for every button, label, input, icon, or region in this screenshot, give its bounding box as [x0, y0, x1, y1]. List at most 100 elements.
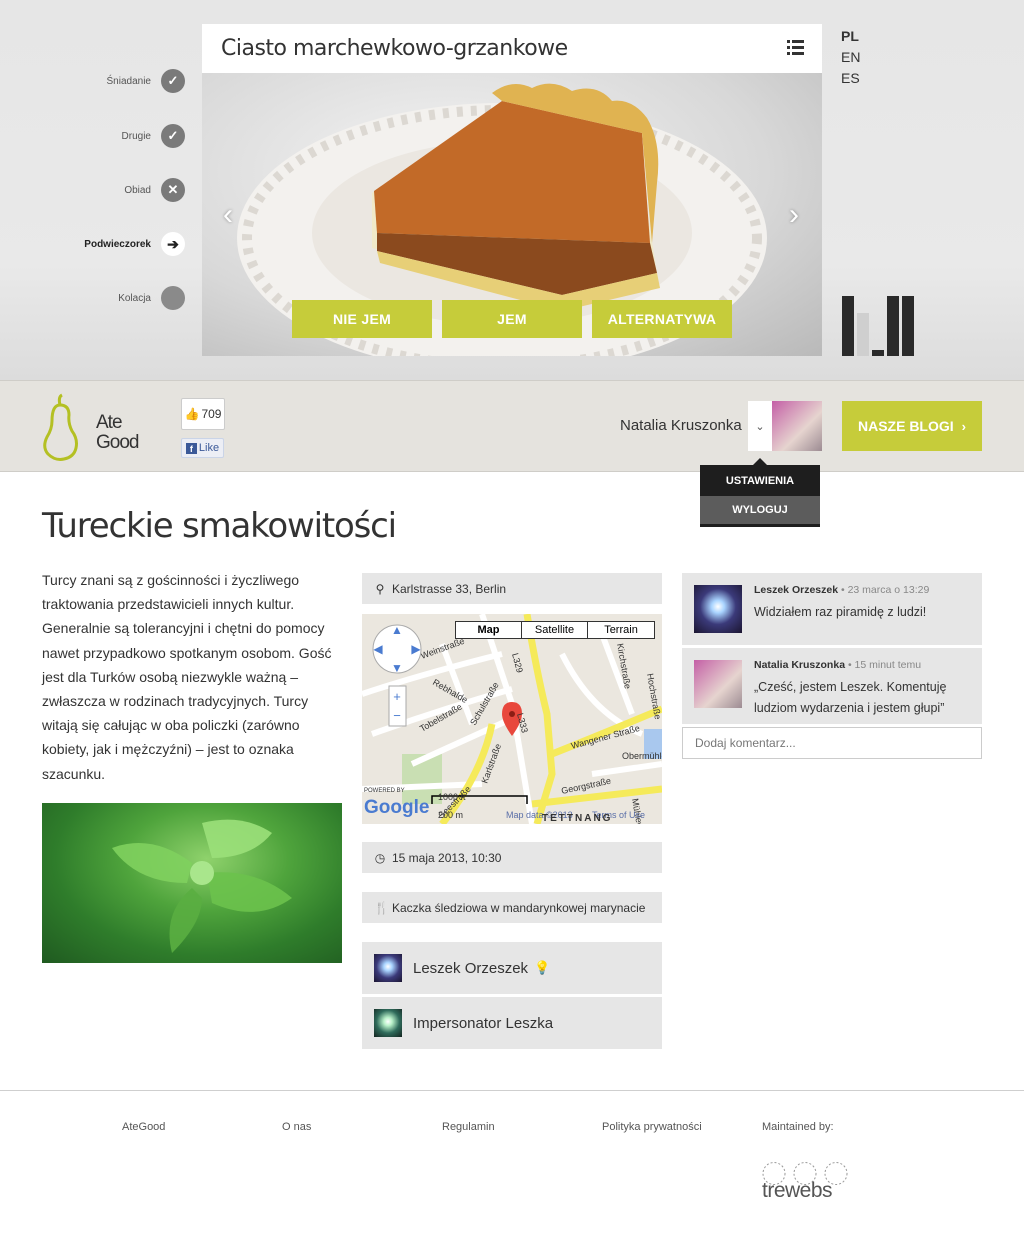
- participant-row[interactable]: Leszek Orzeszek 💡: [362, 942, 662, 994]
- svg-text:▲: ▲: [391, 623, 403, 637]
- mint-leaves-photo: [42, 803, 342, 963]
- logout-menu-item[interactable]: WYLOGUJ: [700, 496, 820, 527]
- meal-item-second-breakfast[interactable]: Drugie ✓: [122, 123, 185, 149]
- daily-progress-bars: [842, 296, 916, 356]
- slider-next-arrow[interactable]: ›: [782, 200, 806, 230]
- powered-by-text: POWERED BY: [364, 788, 405, 794]
- dish-box: 🍴 Kaczka śledziowa w mandarynkowej maryn…: [362, 892, 662, 923]
- meal-label: Drugie: [121, 130, 151, 142]
- comment-author[interactable]: Leszek Orzeszek: [754, 584, 838, 596]
- lightbulb-icon: 💡: [534, 960, 551, 975]
- not-eating-button[interactable]: NIE JEM: [292, 300, 432, 338]
- location-pin-icon: ⚲: [375, 581, 385, 596]
- participant-name: Leszek Orzeszek: [413, 959, 529, 977]
- svg-text:+: +: [393, 689, 401, 704]
- pear-logo-icon: [43, 393, 78, 461]
- footer-link-privacy[interactable]: Polityka prywatności: [602, 1121, 702, 1133]
- event-map[interactable]: Weinstraße Rebhalde Tobelstraße Schulstr…: [362, 614, 662, 824]
- map-type-terrain[interactable]: Terrain: [587, 621, 655, 639]
- participant-avatar: [374, 954, 402, 982]
- comment-author[interactable]: Natalia Kruszonka: [754, 659, 845, 671]
- maintained-by-label: Maintained by:: [762, 1121, 834, 1133]
- date-text: 15 maja 2013, 10:30: [392, 850, 502, 865]
- map-streets: Weinstraße Rebhalde Tobelstraße Schulstr…: [362, 614, 662, 824]
- map-zoom-control[interactable]: + −: [388, 685, 407, 727]
- progress-bar: [902, 296, 914, 356]
- map-type-map[interactable]: Map: [455, 621, 522, 639]
- comment-time: • 15 minut temu: [847, 659, 922, 671]
- participant-avatar: [374, 1009, 402, 1037]
- meal-item-dinner[interactable]: Kolacja: [118, 285, 185, 311]
- user-menu-toggle[interactable]: ⌄: [748, 401, 772, 451]
- footer-link-about[interactable]: O nas: [282, 1121, 311, 1133]
- svg-text:▼: ▼: [391, 661, 403, 675]
- add-comment-input[interactable]: [682, 727, 982, 759]
- meal-item-lunch[interactable]: Obiad ✕: [124, 177, 185, 203]
- eating-button[interactable]: JEM: [442, 300, 582, 338]
- address-text: Karlstrasse 33, Berlin: [392, 581, 507, 596]
- alternative-button[interactable]: ALTERNATYWA: [592, 300, 732, 338]
- svg-text:−: −: [393, 708, 401, 723]
- comment-item: Leszek Orzeszek • 23 marca o 13:29 Widzi…: [682, 573, 982, 645]
- comment-time: • 23 marca o 13:29: [840, 584, 930, 596]
- clock-icon: ◷: [374, 850, 386, 865]
- arrow-right-icon: ➔: [161, 232, 185, 256]
- recipe-top-section: Śniadanie ✓ Drugie ✓ Obiad ✕ Podwieczore…: [0, 0, 1024, 380]
- meal-label: Obiad: [124, 184, 151, 196]
- meal-item-breakfast[interactable]: Śniadanie ✓: [107, 68, 185, 94]
- address-box: ⚲ Karlstrasse 33, Berlin: [362, 573, 662, 604]
- comment-meta: Leszek Orzeszek • 23 marca o 13:29: [754, 584, 929, 596]
- facebook-like-button[interactable]: f Like: [181, 438, 224, 458]
- comment-text: „Cześć, jestem Leszek. Komentuję ludziom…: [754, 680, 947, 715]
- comment-text: Widziałem raz piramidę z ludzi!: [754, 605, 927, 619]
- logo-line-1: Ate: [96, 412, 123, 433]
- map-scale-ft: 1000 ft: [438, 792, 466, 802]
- meal-label: Kolacja: [118, 292, 151, 304]
- user-dropdown-menu: USTAWIENIA WYLOGUJ: [700, 458, 820, 527]
- recipe-slider: Ciasto marchewkowo-grzankowe ‹ › NIE JEM…: [202, 24, 822, 356]
- our-blogs-button[interactable]: NASZE BLOGI ›: [842, 401, 982, 451]
- meal-item-afternoon-snack[interactable]: Podwieczorek ➔: [84, 231, 185, 257]
- progress-bar: [872, 350, 884, 356]
- check-icon: ✓: [161, 124, 185, 148]
- place-tettnang: TETTNANG: [542, 813, 612, 824]
- ategood-logo[interactable]: Ate Good: [42, 393, 142, 461]
- footer-link-terms[interactable]: Regulamin: [442, 1121, 495, 1133]
- list-icon[interactable]: [787, 40, 804, 55]
- progress-bar: [857, 313, 869, 356]
- comment-item: Natalia Kruszonka • 15 minut temu „Cześć…: [682, 648, 982, 724]
- fork-knife-icon: 🍴: [374, 900, 389, 915]
- blog-button-label: NASZE BLOGI: [857, 418, 954, 434]
- language-es[interactable]: ES: [841, 68, 860, 89]
- meal-label: Śniadanie: [106, 75, 151, 87]
- chevron-down-icon: ⌄: [755, 420, 765, 433]
- dropdown-arrow: [753, 458, 767, 465]
- logo-line-2: Good: [96, 432, 139, 453]
- language-pl[interactable]: PL: [841, 26, 860, 47]
- language-switcher: PL EN ES: [841, 26, 860, 89]
- language-en[interactable]: EN: [841, 47, 860, 68]
- slider-prev-arrow[interactable]: ‹: [216, 200, 240, 230]
- like-count: 709: [201, 407, 222, 421]
- empty-circle-icon: [161, 286, 185, 310]
- user-name[interactable]: Natalia Kruszonka: [620, 417, 742, 434]
- settings-menu-item[interactable]: USTAWIENIA: [700, 465, 820, 496]
- svg-text:◀: ◀: [373, 642, 383, 656]
- slider-header: Ciasto marchewkowo-grzankowe: [202, 24, 822, 73]
- map-type-satellite[interactable]: Satellite: [521, 621, 588, 639]
- google-logo: Google: [364, 797, 429, 818]
- event-description: Turcy znani są z gościnności i życzliweg…: [42, 572, 332, 782]
- event-title: Tureckie smakowitości: [42, 506, 397, 546]
- participant-row[interactable]: Impersonator Leszka: [362, 997, 662, 1049]
- chevron-right-icon: ›: [961, 418, 966, 434]
- user-avatar[interactable]: [772, 401, 822, 451]
- check-icon: ✓: [161, 69, 185, 93]
- comment-avatar[interactable]: [694, 585, 742, 633]
- like-label: Like: [198, 442, 220, 454]
- svg-text:▶: ▶: [411, 642, 421, 656]
- participant-name: Impersonator Leszka: [413, 1014, 554, 1032]
- comment-avatar[interactable]: [694, 660, 742, 708]
- recipe-title: Ciasto marchewkowo-grzankowe: [221, 36, 568, 61]
- trewebs-wordmark[interactable]: trewebs: [762, 1179, 833, 1203]
- footer-link-ategood[interactable]: AteGood: [122, 1121, 165, 1133]
